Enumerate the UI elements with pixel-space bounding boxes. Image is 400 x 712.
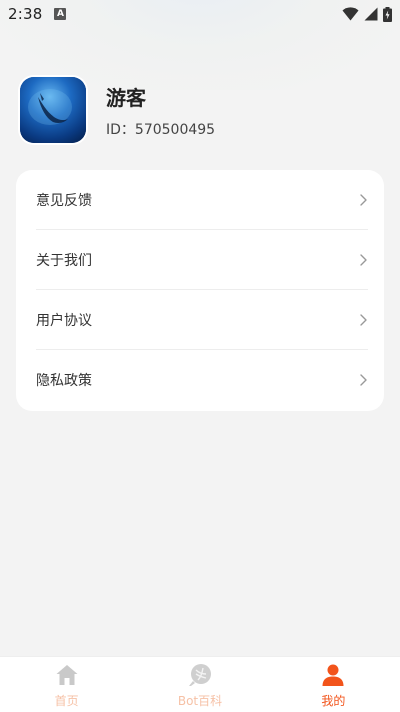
signal-icon <box>364 7 378 21</box>
nav-tab-bot-wiki[interactable]: Bot百科 <box>133 657 266 712</box>
profile-info: 游客 ID：570500495 <box>106 82 215 139</box>
bottom-navigation: 首页 Bot百科 我的 <box>0 656 400 712</box>
menu-item-about-us[interactable]: 关于我们 <box>36 230 368 290</box>
nav-label: 首页 <box>54 694 79 708</box>
profile-header: 游客 ID：570500495 <box>20 77 215 143</box>
home-icon <box>56 665 78 685</box>
battery-charging-icon <box>383 6 392 22</box>
profile-id: ID：570500495 <box>106 121 216 138</box>
chevron-right-icon <box>360 253 367 266</box>
profile-icon <box>322 664 344 686</box>
status-bar: 2:38 A <box>0 0 400 28</box>
menu-item-label: 意见反馈 <box>36 192 92 209</box>
nav-tab-mine[interactable]: 我的 <box>267 657 400 712</box>
notification-a-icon: A <box>54 8 67 20</box>
menu-item-user-agreement[interactable]: 用户协议 <box>36 290 368 350</box>
menu-item-privacy-policy[interactable]: 隐私政策 <box>36 350 368 410</box>
avatar-image <box>20 77 86 143</box>
avatar[interactable] <box>20 77 86 143</box>
status-icons <box>342 6 392 22</box>
menu-item-label: 关于我们 <box>36 252 92 269</box>
chevron-right-icon <box>360 313 367 326</box>
menu-item-feedback[interactable]: 意见反馈 <box>36 170 368 230</box>
profile-name: 游客 <box>106 85 146 110</box>
chevron-right-icon <box>360 374 367 386</box>
status-time: 2:38 <box>8 5 43 23</box>
menu-item-label: 隐私政策 <box>36 373 92 389</box>
nav-label: 我的 <box>321 694 346 708</box>
bot-wiki-icon <box>188 664 211 686</box>
menu-item-label: 用户协议 <box>36 312 92 329</box>
nav-tab-home[interactable]: 首页 <box>0 657 133 712</box>
wifi-icon <box>342 7 359 21</box>
chevron-right-icon <box>360 193 367 206</box>
nav-label: Bot百科 <box>177 694 223 708</box>
settings-menu-card: 意见反馈 关于我们 用户协议 隐私政策 <box>16 170 384 411</box>
